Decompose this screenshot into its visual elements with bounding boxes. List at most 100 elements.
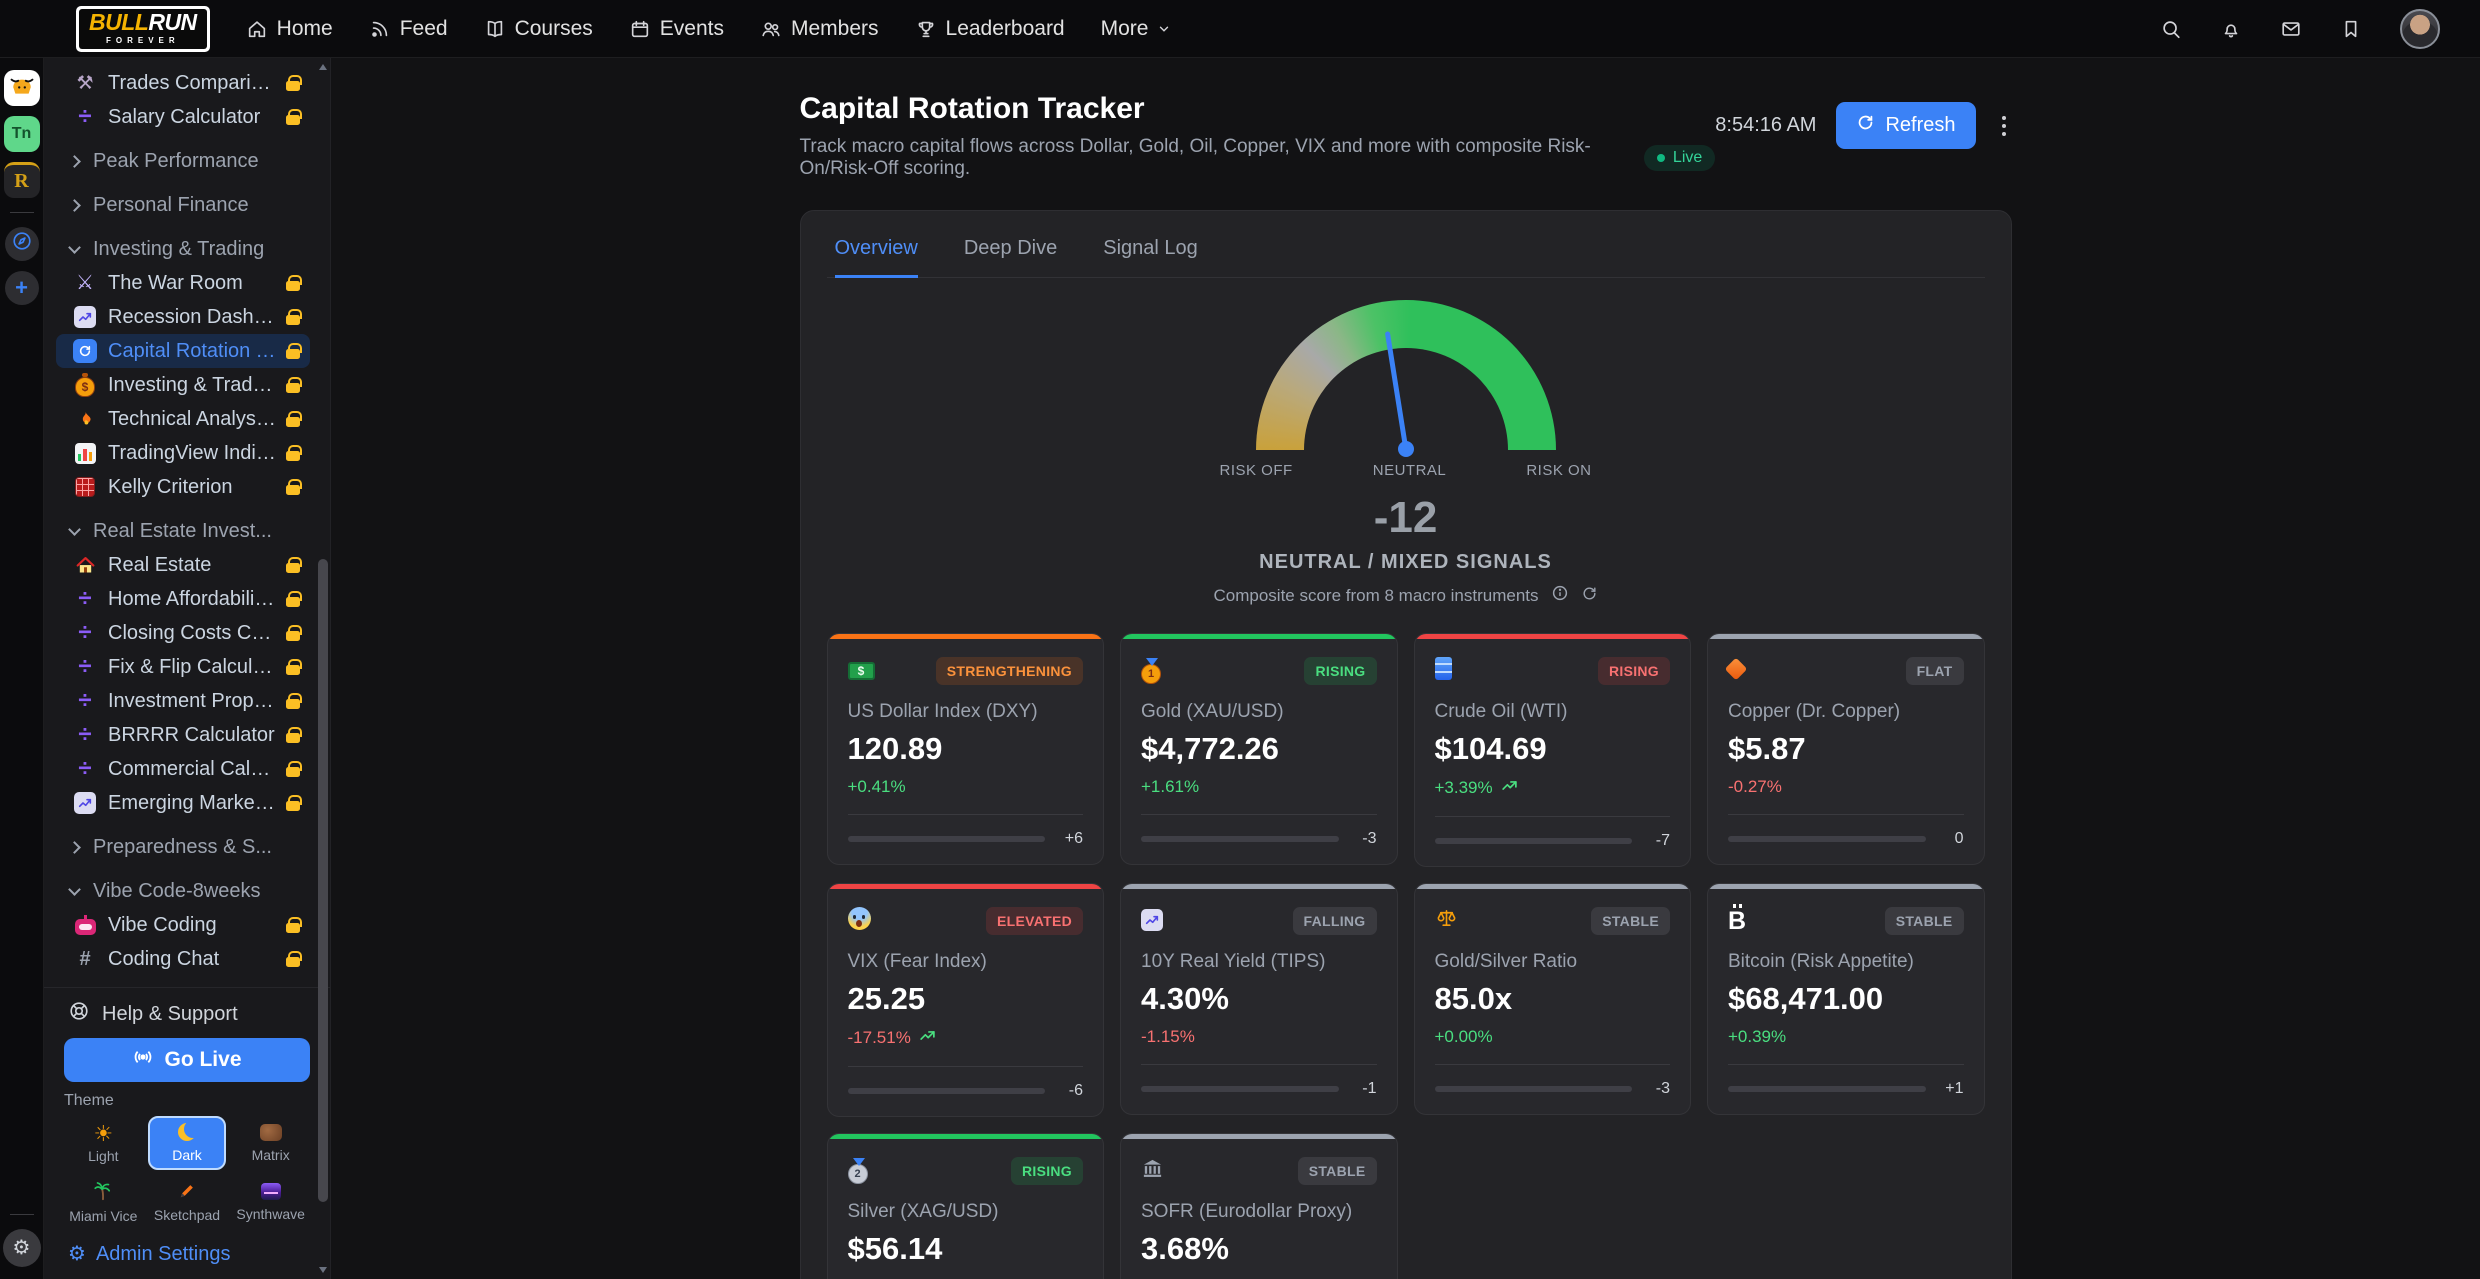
scrollbar-thumb[interactable] (318, 559, 328, 1202)
nav-item-courses[interactable]: Courses (484, 17, 593, 41)
chevron-down-icon (1157, 22, 1171, 36)
chevron-right-icon (68, 199, 81, 212)
sidebar-section-preparedness-s[interactable]: Preparedness & S... (56, 830, 310, 864)
workspace-bullrun[interactable] (4, 70, 40, 106)
scroll-up-arrow[interactable] (319, 64, 327, 70)
search-icon[interactable] (2160, 18, 2182, 40)
status-badge: STABLE (1298, 1157, 1377, 1185)
sidebar-item-salary-calculator[interactable]: ÷Salary Calculator (56, 100, 310, 134)
sidebar-item-technical-analysis-ta[interactable]: Technical Analysis (TA) (56, 402, 310, 436)
sidebar-scrollbar[interactable] (318, 62, 328, 1275)
sidebar-item-closing-costs-calculator[interactable]: ÷Closing Costs Calculator (56, 616, 310, 650)
instrument-change: -1.15% (1141, 1027, 1377, 1047)
instrument-name: Crude Oil (WTI) (1435, 701, 1671, 723)
workspace-tn[interactable]: Tn (4, 116, 40, 152)
signal-score: +6 (1059, 830, 1083, 848)
instrument-value: $68,471.00 (1728, 981, 1964, 1017)
top-right-icons (2160, 9, 2440, 49)
explore-button[interactable] (5, 227, 39, 261)
scroll-down-arrow[interactable] (319, 1267, 327, 1273)
sidebar-section-peak-performance[interactable]: Peak Performance (56, 144, 310, 178)
page-subtitle: Track macro capital flows across Dollar,… (800, 136, 1630, 180)
theme-sketchpad-button[interactable]: Sketchpad (148, 1175, 227, 1229)
theme-light-button[interactable]: ☀Light (64, 1116, 143, 1170)
sidebar-item-the-war-room[interactable]: ⚔The War Room (56, 266, 310, 300)
live-dot-icon (1657, 154, 1665, 162)
lock-icon (286, 767, 300, 777)
signal-bar (1141, 836, 1339, 842)
gear-icon: ⚙ (68, 1244, 86, 1264)
status-badge: STABLE (1885, 907, 1964, 935)
sidebar-item-recession-dashboard-v2[interactable]: Recession Dashboard V2 (56, 300, 310, 334)
go-live-button[interactable]: Go Live (64, 1038, 310, 1082)
chevron-right-icon (68, 841, 81, 854)
sidebar: ⚒Trades Comparison Tool÷Salary Calculato… (44, 58, 331, 1279)
lock-icon (286, 665, 300, 675)
swords-icon: ⚔ (72, 273, 98, 293)
sidebar-item-vibe-coding[interactable]: Vibe Coding (56, 908, 310, 942)
tab-deep-dive[interactable]: Deep Dive (964, 237, 1057, 277)
chevron-down-icon (68, 523, 81, 536)
add-community-button[interactable]: + (5, 271, 39, 305)
gear-icon: ⚙ (13, 1237, 31, 1260)
members-icon (760, 18, 782, 40)
instrument-value: $56.14 (848, 1231, 1084, 1267)
bookmark-icon[interactable] (2340, 18, 2362, 40)
home-icon (246, 18, 268, 40)
nav-item-members[interactable]: Members (760, 17, 879, 41)
info-icon[interactable] (1551, 584, 1569, 607)
sidebar-item-coding-chat[interactable]: #Coding Chat (56, 942, 310, 976)
signal-score: +1 (1940, 1080, 1964, 1098)
sidebar-item-brrrr-calculator[interactable]: ÷BRRRR Calculator (56, 718, 310, 752)
sidebar-item-capital-rotation-tracker[interactable]: Capital Rotation Tracker (56, 334, 310, 368)
theme-synthwave-button[interactable]: Synthwave (231, 1175, 310, 1229)
admin-settings-button[interactable]: ⚙ Admin Settings (64, 1239, 310, 1269)
status-badge: FLAT (1906, 657, 1964, 685)
bank-icon (1141, 1157, 1164, 1185)
help-support-button[interactable]: Help & Support (64, 996, 310, 1032)
nav-item-leaderboard[interactable]: Leaderboard (915, 17, 1065, 41)
card-silver-xag-usd: 2RISINGSilver (XAG/USD)$56.14+1.45% (827, 1133, 1105, 1279)
card-accent-strip (1121, 884, 1397, 889)
theme-dark-button[interactable]: Dark (148, 1116, 227, 1170)
sidebar-item-fix-flip-calculator[interactable]: ÷Fix & Flip Calculator (56, 650, 310, 684)
rail-settings-button[interactable]: ⚙ (3, 1229, 41, 1267)
sidebar-item-investment-property-an[interactable]: ÷Investment Property An... (56, 684, 310, 718)
nav-item-home[interactable]: Home (246, 17, 333, 41)
sidebar-item-investing-trading[interactable]: $Investing & Trading (56, 368, 310, 402)
sidebar-item-emerging-market-oppor[interactable]: Emerging Market Oppor... (56, 786, 310, 820)
lock-icon (286, 923, 300, 933)
card-accent-strip (1121, 634, 1397, 639)
tab-signal-log[interactable]: Signal Log (1103, 237, 1198, 277)
gauge-label-risk-on: RISK ON (1526, 462, 1591, 479)
nav-item-more[interactable]: More (1101, 17, 1172, 41)
sidebar-section-investing-trading[interactable]: Investing & Trading (56, 232, 310, 266)
refresh-button[interactable]: Refresh (1836, 102, 1975, 149)
sidebar-section-personal-finance[interactable]: Personal Finance (56, 188, 310, 222)
nav-item-feed[interactable]: Feed (369, 17, 448, 41)
more-options-button[interactable] (1996, 108, 2012, 144)
bullrun-logo[interactable]: BULLRUN FOREVER (76, 6, 210, 52)
tracker-panel: OverviewDeep DiveSignal Log RISK OFF NEU… (800, 210, 2012, 1279)
sidebar-item-kelly-criterion[interactable]: Kelly Criterion (56, 470, 310, 504)
tab-overview[interactable]: Overview (835, 237, 918, 278)
sidebar-section-vibe-code-8weeks[interactable]: Vibe Code-8weeks (56, 874, 310, 908)
sidebar-item-tradingview-indicators[interactable]: TradingView Indicators (56, 436, 310, 470)
sidebar-item-home-affordability-calc[interactable]: ÷Home Affordability Calc... (56, 582, 310, 616)
theme-miami-button[interactable]: Miami Vice (64, 1175, 143, 1229)
mail-icon[interactable] (2280, 18, 2302, 40)
sidebar-section-real-estate-invest[interactable]: Real Estate Invest... (56, 514, 310, 548)
sidebar-item-real-estate[interactable]: Real Estate (56, 548, 310, 582)
mini-refresh-icon[interactable] (1581, 585, 1598, 607)
nav-item-events[interactable]: Events (629, 17, 724, 41)
theme-matrix-button[interactable]: Matrix (231, 1116, 310, 1170)
sidebar-item-commercial-calculator[interactable]: ÷Commercial Calculator (56, 752, 310, 786)
trend-up-icon (1501, 777, 1518, 799)
workspace-r[interactable]: R (4, 162, 40, 198)
divide-icon: ÷ (72, 655, 98, 679)
avatar[interactable] (2400, 9, 2440, 49)
sidebar-item-trades-comparison-tool[interactable]: ⚒Trades Comparison Tool (56, 66, 310, 100)
rss-icon (369, 18, 391, 40)
bell-icon[interactable] (2220, 18, 2242, 40)
signal-bar (1435, 838, 1633, 844)
